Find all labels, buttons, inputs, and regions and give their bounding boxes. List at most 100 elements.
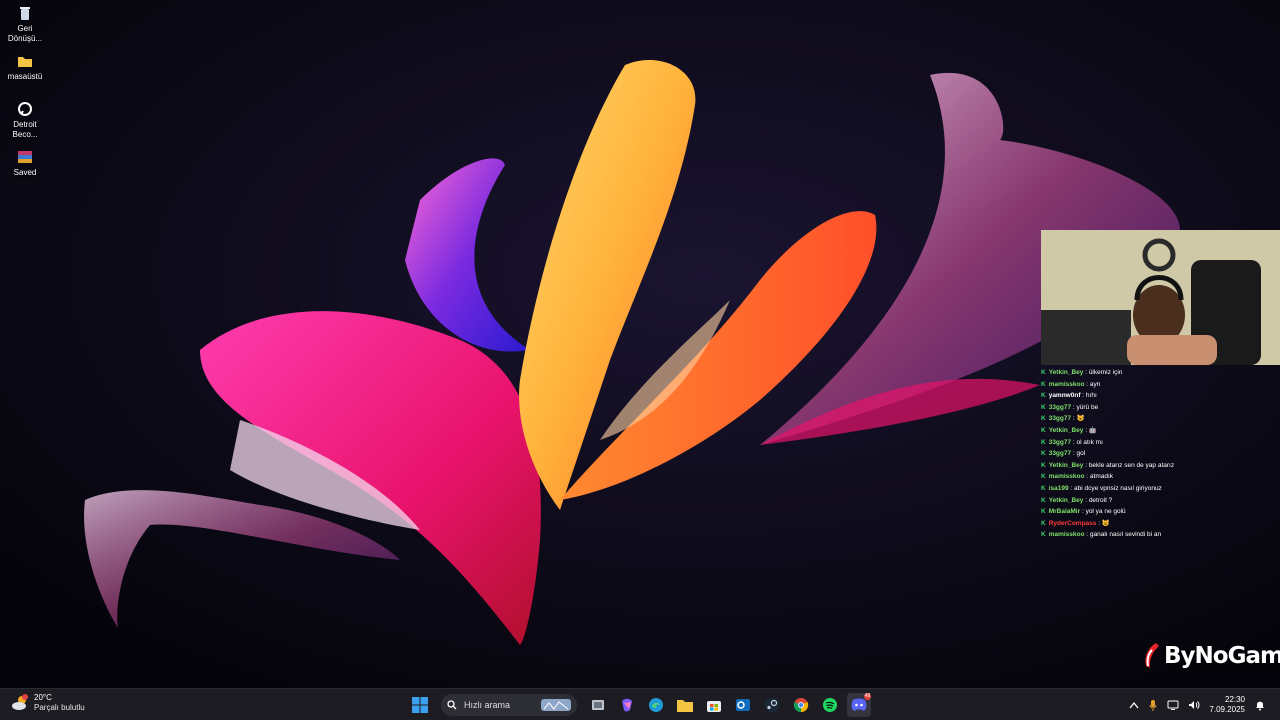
chat-text: 😺 xyxy=(1076,415,1085,423)
chat-username: mamisskoo xyxy=(1048,380,1085,388)
volume-icon[interactable] xyxy=(1188,700,1200,710)
recycle-bin-icon xyxy=(20,7,30,20)
chat-message: K 33gg77 : yürü be xyxy=(1041,402,1280,414)
chat-username: 33gg77 xyxy=(1048,415,1072,423)
kick-badge-icon: K xyxy=(1041,369,1046,376)
desktop-icon-label: Geri Dönüşü... xyxy=(7,24,43,43)
webcam-image xyxy=(1041,230,1280,365)
discord-button[interactable]: 49 xyxy=(847,693,871,717)
chat-username: Yetkin_Bey xyxy=(1048,461,1084,469)
chat-message: K 33gg77 : ol atık mı xyxy=(1041,437,1280,449)
chat-username: isa199 xyxy=(1048,484,1069,492)
game-shortcut-icon xyxy=(18,102,32,116)
chevron-up-icon[interactable] xyxy=(1129,701,1139,709)
chat-text: 🤖 xyxy=(1088,426,1097,434)
desktop-icon-label: Saved xyxy=(13,168,37,177)
spotify-button[interactable] xyxy=(818,693,842,717)
chat-text: 😺 xyxy=(1101,519,1110,527)
outlook-button[interactable] xyxy=(731,693,755,717)
chat-username: 33gg77 xyxy=(1048,438,1072,446)
stream-chat: K Yetkin_Bey : ülkemiz için Kmamisskoo : a… xyxy=(1041,367,1280,541)
chat-text: hıhı xyxy=(1085,392,1097,400)
chat-text: yürü be xyxy=(1076,403,1099,411)
brand-text: ByNoGame xyxy=(1164,643,1280,669)
chat-username: 33gg77 xyxy=(1048,450,1072,458)
chat-username: mamisskoo xyxy=(1048,473,1085,481)
weather-widget[interactable]: 20°C Parçalı bulutlu xyxy=(10,693,85,713)
copilot-icon xyxy=(622,698,632,712)
steam-button[interactable] xyxy=(760,693,784,717)
taskbar: 20°C Parçalı bulutlu Hızlı arama 49 22:3… xyxy=(0,688,1280,720)
chat-message: K 33gg77 : gol xyxy=(1041,448,1280,460)
chat-message: Kyamnw0nf : hıhı xyxy=(1041,390,1280,402)
file-explorer-icon xyxy=(677,700,693,712)
desktop-icon-masaustu[interactable]: masaüstü xyxy=(2,53,48,82)
kick-badge-icon: K xyxy=(1041,484,1046,492)
folder-icon xyxy=(18,57,32,67)
desktop-icon-saved[interactable]: Saved xyxy=(2,149,48,178)
kick-badge-icon: K xyxy=(1041,380,1046,388)
chat-text: ol atık mı xyxy=(1076,438,1103,446)
task-view-button[interactable] xyxy=(586,693,610,717)
steam-icon xyxy=(765,698,779,712)
archive-icon xyxy=(18,151,32,163)
kick-badge-icon: K xyxy=(1041,519,1046,527)
weather-temperature: 20°C xyxy=(34,693,52,702)
desktop-icon-label: masaüstü xyxy=(7,72,43,81)
chat-message: Kmamisskoo : atmadık xyxy=(1041,471,1280,483)
desktop-icon-label: Detroit Beco... xyxy=(12,120,38,139)
chat-message: K MrBalaMir : yol ya ne golü xyxy=(1041,506,1280,518)
chat-message: K Yetkin_Bey : ülkemiz için xyxy=(1041,367,1280,379)
copilot-button[interactable] xyxy=(615,693,639,717)
chat-message: K Yetkin_Bey : 🤖 xyxy=(1041,425,1280,437)
taskbar-center: Hızlı arama 49 xyxy=(408,693,871,717)
kick-badge-icon: K xyxy=(1041,473,1046,481)
kick-badge-icon: K xyxy=(1041,426,1046,434)
spotify-icon xyxy=(823,698,837,712)
search-icon xyxy=(447,700,457,710)
kick-badge-icon: K xyxy=(1041,415,1046,423)
clock-time: 22:30 xyxy=(1224,695,1245,704)
kick-badge-icon: K xyxy=(1041,438,1046,446)
chat-text: detroit ? xyxy=(1088,496,1113,504)
chat-message: K Yetkin_Bey : detroit ? xyxy=(1041,495,1280,507)
network-icon[interactable] xyxy=(1167,700,1179,710)
chat-message: Kmamisskoo : ganalı nasıl sevindi bi an xyxy=(1041,529,1280,541)
chat-text: ülkemiz için xyxy=(1088,369,1123,376)
chat-username: yamnw0nf xyxy=(1048,392,1081,400)
kick-badge-icon: K xyxy=(1041,403,1046,411)
chat-text: ganalı nasıl sevindi bi an xyxy=(1089,531,1162,539)
chat-text: bekle atarız sen de yap atarız xyxy=(1088,461,1175,469)
file-explorer-button[interactable] xyxy=(673,693,697,717)
notification-bell-icon[interactable] xyxy=(1254,699,1266,711)
chat-text: yol ya ne golü xyxy=(1085,508,1126,516)
desktop-icon-recycle-bin[interactable]: Geri Dönüşü... xyxy=(2,5,48,44)
microphone-icon[interactable] xyxy=(1148,699,1158,711)
chat-text: atmadık xyxy=(1089,473,1114,481)
taskbar-search[interactable]: Hızlı arama xyxy=(441,694,577,716)
kick-badge-icon: K xyxy=(1041,392,1046,400)
edge-icon xyxy=(649,698,663,712)
kick-badge-icon: K xyxy=(1041,531,1046,539)
chat-message: K RyderCompass : 😺 xyxy=(1041,518,1280,530)
kick-badge-icon: K xyxy=(1041,496,1046,504)
chat-username: mamisskoo xyxy=(1048,531,1085,539)
streamer-webcam xyxy=(1041,230,1280,365)
chat-text: gol xyxy=(1076,450,1086,458)
chat-username: Yetkin_Bey xyxy=(1048,369,1084,376)
store-button[interactable] xyxy=(702,693,726,717)
chat-message: Kisa199 : abi dcye vpnsiz nasıl giriyonu… xyxy=(1041,483,1280,495)
weather-condition: Parçalı bulutlu xyxy=(34,703,85,712)
system-tray: 22:30 7.09.2025 xyxy=(1129,693,1266,717)
chrome-button[interactable] xyxy=(789,693,813,717)
chat-message: Kmamisskoo : ayn xyxy=(1041,379,1280,391)
chat-username: 33gg77 xyxy=(1048,403,1072,411)
chat-text: abi dcye vpnsiz nasıl giriyonuz xyxy=(1074,484,1162,492)
chat-message: K Yetkin_Bey : bekle atarız sen de yap at… xyxy=(1041,460,1280,472)
edge-button[interactable] xyxy=(644,693,668,717)
brand-watermark: ByNoGame xyxy=(1142,640,1280,672)
chat-username: RyderCompass xyxy=(1048,519,1097,527)
start-button[interactable] xyxy=(408,693,432,717)
desktop-icon-detroit[interactable]: Detroit Beco... xyxy=(2,101,48,140)
system-clock[interactable]: 22:30 7.09.2025 xyxy=(1209,695,1245,715)
